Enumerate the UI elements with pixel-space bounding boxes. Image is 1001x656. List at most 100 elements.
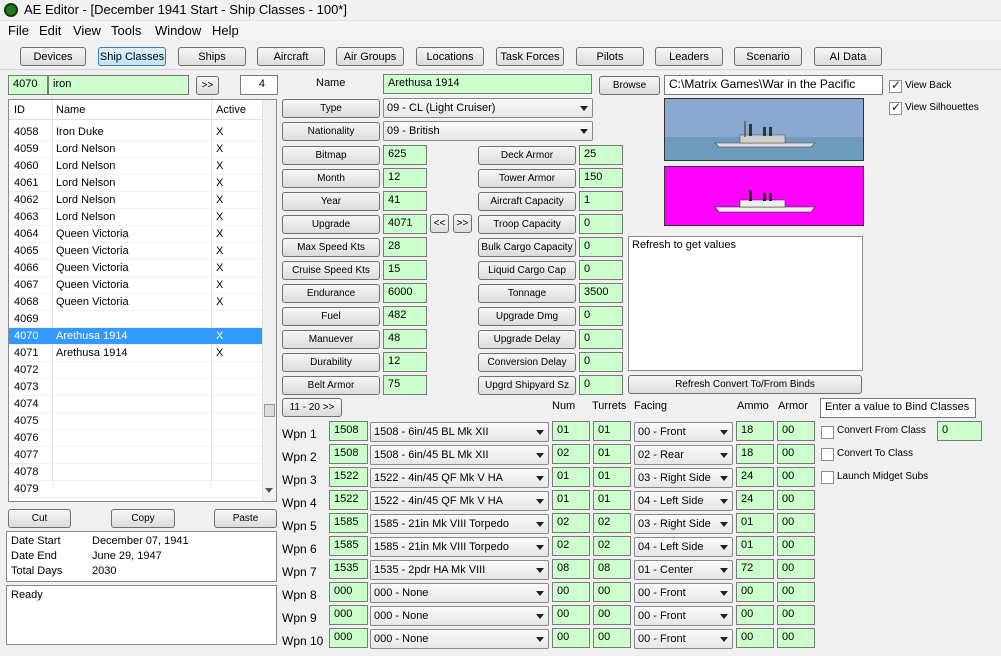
tab-ships[interactable]: Ships [178, 47, 246, 66]
weapon-id-field[interactable]: 000 [329, 605, 368, 625]
field-value-tower-armor[interactable]: 150 [579, 168, 623, 188]
field-value-deck-armor[interactable]: 25 [579, 145, 623, 165]
facing-select[interactable]: 04 - Left Side [634, 491, 733, 511]
weapon-num-field[interactable]: 08 [552, 559, 590, 579]
weapon-ammo-field[interactable]: 00 [736, 605, 774, 625]
field-button-cruise-speed-kts[interactable]: Cruise Speed Kts [282, 261, 380, 280]
weapon-num-field[interactable]: 00 [552, 628, 590, 648]
facing-select[interactable]: 02 - Rear [634, 445, 733, 465]
copy-button[interactable]: Copy [111, 509, 175, 528]
weapon-turrets-field[interactable]: 02 [593, 536, 631, 556]
weapon-id-field[interactable]: 000 [329, 628, 368, 648]
convert-from-field[interactable]: 0 [937, 421, 982, 441]
tab-ai-data[interactable]: AI Data [814, 47, 882, 66]
field-value-aircraft-capacity[interactable]: 1 [579, 191, 623, 211]
weapon-armor-field[interactable]: 00 [777, 582, 815, 602]
menu-help[interactable]: Help [212, 23, 239, 38]
table-row[interactable]: 4068 Queen Victoria X [9, 294, 262, 311]
field-value-manuever[interactable]: 48 [383, 329, 427, 349]
table-row[interactable]: 4077 [9, 447, 262, 464]
weapon-num-field[interactable]: 00 [552, 605, 590, 625]
weapon-select[interactable]: 000 - None [370, 629, 549, 649]
table-row[interactable]: 4060 Lord Nelson X [9, 158, 262, 175]
weapon-turrets-field[interactable]: 01 [593, 467, 631, 487]
field-button-bulk-cargo-capacity[interactable]: Bulk Cargo Capacity [478, 238, 576, 257]
field-button-bitmap[interactable]: Bitmap [282, 146, 380, 165]
table-row[interactable]: 4066 Queen Victoria X [9, 260, 262, 277]
view-back-checkbox[interactable] [889, 78, 902, 93]
table-row[interactable]: 4076 [9, 430, 262, 447]
menu-file[interactable]: File [8, 23, 29, 38]
weapon-ammo-field[interactable]: 00 [736, 628, 774, 648]
upgrade-prev-button[interactable]: << [430, 214, 449, 233]
weapon-ammo-field[interactable]: 18 [736, 444, 774, 464]
facing-select[interactable]: 04 - Left Side [634, 537, 733, 557]
refresh-binds-button[interactable]: Refresh Convert To/From Binds [628, 375, 862, 394]
field-value-tonnage[interactable]: 3500 [579, 283, 623, 303]
field-value-fuel[interactable]: 482 [383, 306, 427, 326]
tab-task-forces[interactable]: Task Forces [496, 47, 564, 66]
facing-select[interactable]: 00 - Front [634, 629, 733, 649]
weapon-turrets-field[interactable]: 01 [593, 421, 631, 441]
field-value-cruise-speed-kts[interactable]: 15 [383, 260, 427, 280]
upgrade-next-button[interactable]: >> [453, 214, 472, 233]
menu-edit[interactable]: Edit [39, 23, 61, 38]
field-value-max-speed-kts[interactable]: 28 [383, 237, 427, 257]
weapon-ammo-field[interactable]: 01 [736, 513, 774, 533]
weapon-turrets-field[interactable]: 00 [593, 582, 631, 602]
weapon-ammo-field[interactable]: 24 [736, 467, 774, 487]
field-value-endurance[interactable]: 6000 [383, 283, 427, 303]
weapon-turrets-field[interactable]: 02 [593, 513, 631, 533]
convert-from-checkbox[interactable] [821, 426, 834, 439]
field-value-liquid-cargo-cap[interactable]: 0 [579, 260, 623, 280]
facing-select[interactable]: 00 - Front [634, 583, 733, 603]
field-value-upgrade[interactable]: 4071 [383, 214, 427, 234]
name-field[interactable]: Arethusa 1914 [383, 74, 592, 94]
weapon-turrets-field[interactable]: 01 [593, 444, 631, 464]
type-button[interactable]: Type [282, 99, 380, 118]
search-name-field[interactable]: iron [48, 75, 189, 95]
weapon-id-field[interactable]: 1522 [329, 490, 368, 510]
weapon-id-field[interactable]: 1508 [329, 421, 368, 441]
field-button-upgrade-delay[interactable]: Upgrade Delay [478, 330, 576, 349]
tab-pilots[interactable]: Pilots [576, 47, 644, 66]
weapon-select[interactable]: 1585 - 21in Mk VIII Torpedo [370, 537, 549, 557]
weapon-select[interactable]: 1508 - 6in/45 BL Mk XII [370, 445, 549, 465]
weapon-select[interactable]: 1522 - 4in/45 QF Mk V HA [370, 491, 549, 511]
list-scrollbar[interactable] [262, 100, 276, 501]
field-button-liquid-cargo-cap[interactable]: Liquid Cargo Cap [478, 261, 576, 280]
weapon-ammo-field[interactable]: 01 [736, 536, 774, 556]
path-field[interactable]: C:\Matrix Games\War in the Pacific [664, 75, 883, 95]
tab-aircraft[interactable]: Aircraft [257, 47, 325, 66]
field-button-manuever[interactable]: Manuever [282, 330, 380, 349]
field-button-fuel[interactable]: Fuel [282, 307, 380, 326]
paste-button[interactable]: Paste [214, 509, 277, 528]
table-row[interactable]: 4067 Queen Victoria X [9, 277, 262, 294]
weapon-armor-field[interactable]: 00 [777, 513, 815, 533]
type-select[interactable]: 09 - CL (Light Cruiser) [383, 98, 593, 118]
scroll-down-icon[interactable] [265, 488, 273, 493]
weapon-select[interactable]: 000 - None [370, 583, 549, 603]
browse-button[interactable]: Browse [599, 76, 660, 95]
search-next-button[interactable]: >> [196, 76, 219, 95]
weapon-armor-field[interactable]: 00 [777, 628, 815, 648]
scrollbar-thumb[interactable] [264, 404, 275, 417]
weapon-armor-field[interactable]: 00 [777, 467, 815, 487]
weapon-num-field[interactable]: 02 [552, 536, 590, 556]
field-button-troop-capacity[interactable]: Troop Capacity [478, 215, 576, 234]
weapon-id-field[interactable]: 000 [329, 582, 368, 602]
weapon-armor-field[interactable]: 00 [777, 444, 815, 464]
menu-view[interactable]: View [73, 23, 101, 38]
weapon-ammo-field[interactable]: 18 [736, 421, 774, 441]
weapon-turrets-field[interactable]: 00 [593, 628, 631, 648]
tab-ship-classes[interactable]: Ship Classes [98, 47, 166, 66]
field-button-durability[interactable]: Durability [282, 353, 380, 372]
weapon-num-field[interactable]: 01 [552, 421, 590, 441]
field-button-upgrade-dmg[interactable]: Upgrade Dmg [478, 307, 576, 326]
search-id-field[interactable]: 4070 [8, 75, 48, 95]
field-button-max-speed-kts[interactable]: Max Speed Kts [282, 238, 380, 257]
field-button-upgrade[interactable]: Upgrade [282, 215, 380, 234]
weapon-turrets-field[interactable]: 08 [593, 559, 631, 579]
field-button-tower-armor[interactable]: Tower Armor [478, 169, 576, 188]
weapon-armor-field[interactable]: 00 [777, 490, 815, 510]
